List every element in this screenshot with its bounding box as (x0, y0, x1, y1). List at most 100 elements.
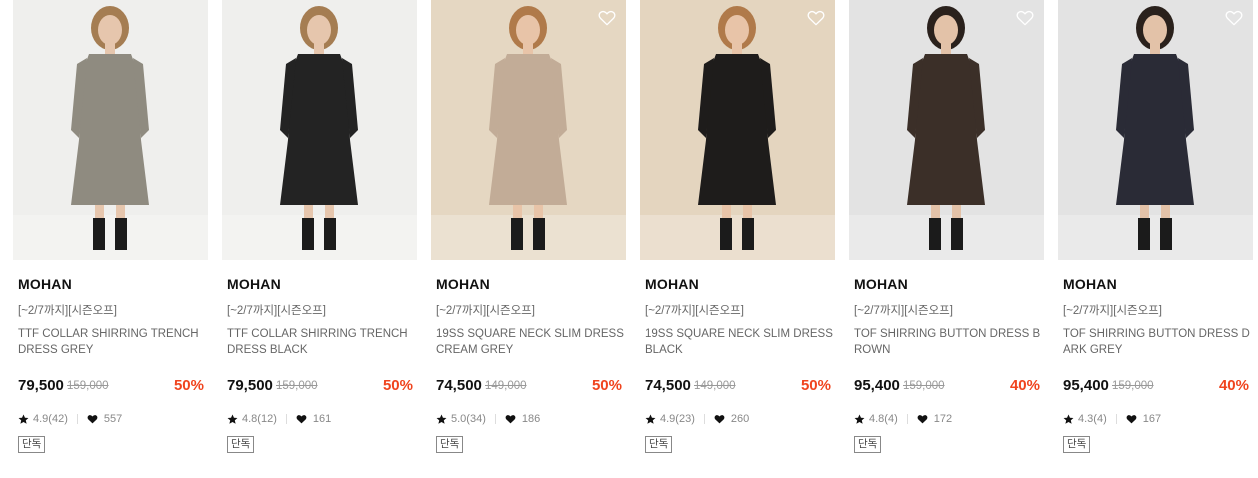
product-photo (849, 0, 1044, 260)
promo-text: [~2/7까지][시즌오프] (18, 305, 117, 317)
product-photo (1058, 0, 1253, 260)
product-photo (13, 0, 208, 260)
heart-icon (917, 415, 928, 424)
discount-rate: 50% (382, 377, 413, 394)
divider (285, 414, 287, 424)
star-icon (854, 414, 865, 424)
divider (76, 414, 78, 424)
original-price: 149,000 (694, 380, 736, 392)
rating-text: 4.8(4) (869, 413, 898, 425)
product-image[interactable] (222, 0, 417, 260)
star-icon (1063, 414, 1074, 424)
product-card[interactable]: MOHAN [~2/7까지][시즌오프] 19SS SQUARE NECK SL… (640, 0, 835, 478)
divider (906, 414, 908, 424)
rating-text: 4.8(12) (242, 413, 277, 425)
sale-price: 79,500 (18, 377, 64, 394)
brand-name[interactable]: MOHAN (854, 276, 908, 292)
like-count: 557 (103, 413, 123, 425)
product-photo (640, 0, 835, 260)
sale-price: 79,500 (227, 377, 273, 394)
sale-price: 95,400 (1063, 377, 1109, 394)
original-price: 149,000 (485, 380, 527, 392)
product-photo (222, 0, 417, 260)
review-meta: 4.9(42) 557 (18, 412, 122, 426)
product-name[interactable]: TOF SHIRRING BUTTON DRESS DARK GREY (1063, 326, 1251, 358)
discount-rate: 50% (800, 377, 831, 394)
discount-rate: 50% (591, 377, 622, 394)
like-count: 260 (730, 413, 750, 425)
product-card[interactable]: MOHAN [~2/7까지][시즌오프] 19SS SQUARE NECK SL… (431, 0, 626, 478)
like-count: 161 (312, 413, 332, 425)
exclusive-badge: 단독 (645, 436, 673, 453)
brand-name[interactable]: MOHAN (227, 276, 281, 292)
exclusive-badge: 단독 (854, 436, 882, 453)
exclusive-badge: 단독 (227, 436, 255, 453)
star-icon (645, 414, 656, 424)
sale-price: 74,500 (645, 377, 691, 394)
product-card[interactable]: MOHAN [~2/7까지][시즌오프] TOF SHIRRING BUTTON… (1058, 0, 1253, 478)
exclusive-badge: 단독 (18, 436, 46, 453)
original-price: 159,000 (67, 380, 109, 392)
divider (494, 414, 496, 424)
heart-outline-icon[interactable] (807, 10, 825, 26)
like-count: 167 (1142, 413, 1162, 425)
promo-text: [~2/7까지][시즌오프] (436, 305, 535, 317)
heart-outline-icon[interactable] (598, 10, 616, 26)
exclusive-badge: 단독 (436, 436, 464, 453)
product-name[interactable]: 19SS SQUARE NECK SLIM DRESS BLACK (645, 326, 833, 358)
product-name[interactable]: TTF COLLAR SHIRRING TRENCH DRESS GREY (18, 326, 206, 358)
heart-icon (714, 415, 725, 424)
heart-icon (505, 415, 516, 424)
product-image[interactable] (849, 0, 1044, 260)
rating-text: 4.3(4) (1078, 413, 1107, 425)
rating-text: 4.9(23) (660, 413, 695, 425)
product-name[interactable]: TOF SHIRRING BUTTON DRESS BROWN (854, 326, 1042, 358)
heart-icon (1126, 415, 1137, 424)
promo-text: [~2/7까지][시즌오프] (1063, 305, 1162, 317)
brand-name[interactable]: MOHAN (436, 276, 490, 292)
promo-text: [~2/7까지][시즌오프] (645, 305, 744, 317)
review-meta: 4.8(12) 161 (227, 412, 331, 426)
sale-price: 95,400 (854, 377, 900, 394)
product-image[interactable] (431, 0, 626, 260)
product-name[interactable]: TTF COLLAR SHIRRING TRENCH DRESS BLACK (227, 326, 415, 358)
original-price: 159,000 (903, 380, 945, 392)
star-icon (18, 414, 29, 424)
review-meta: 5.0(34) 186 (436, 412, 540, 426)
like-count: 186 (521, 413, 541, 425)
rating-text: 4.9(42) (33, 413, 68, 425)
product-card[interactable]: MOHAN [~2/7까지][시즌오프] TTF COLLAR SHIRRING… (13, 0, 208, 478)
promo-text: [~2/7까지][시즌오프] (227, 305, 326, 317)
product-grid: MOHAN [~2/7까지][시즌오프] TTF COLLAR SHIRRING… (13, 0, 1258, 478)
heart-outline-icon[interactable] (1016, 10, 1034, 26)
product-name[interactable]: 19SS SQUARE NECK SLIM DRESS CREAM GREY (436, 326, 624, 358)
product-card[interactable]: MOHAN [~2/7까지][시즌오프] TTF COLLAR SHIRRING… (222, 0, 417, 478)
discount-rate: 50% (173, 377, 204, 394)
original-price: 159,000 (1112, 380, 1154, 392)
discount-rate: 40% (1009, 377, 1040, 394)
rating-text: 5.0(34) (451, 413, 486, 425)
heart-icon (87, 415, 98, 424)
heart-outline-icon[interactable] (1225, 10, 1243, 26)
brand-name[interactable]: MOHAN (1063, 276, 1117, 292)
like-count: 172 (933, 413, 953, 425)
product-photo (431, 0, 626, 260)
product-image[interactable] (1058, 0, 1253, 260)
original-price: 159,000 (276, 380, 318, 392)
star-icon (227, 414, 238, 424)
product-image[interactable] (640, 0, 835, 260)
brand-name[interactable]: MOHAN (645, 276, 699, 292)
product-image[interactable] (13, 0, 208, 260)
brand-name[interactable]: MOHAN (18, 276, 72, 292)
product-card[interactable]: MOHAN [~2/7까지][시즌오프] TOF SHIRRING BUTTON… (849, 0, 1044, 478)
review-meta: 4.8(4) 172 (854, 412, 952, 426)
review-meta: 4.3(4) 167 (1063, 412, 1161, 426)
discount-rate: 40% (1218, 377, 1249, 394)
heart-icon (296, 415, 307, 424)
promo-text: [~2/7까지][시즌오프] (854, 305, 953, 317)
divider (703, 414, 705, 424)
sale-price: 74,500 (436, 377, 482, 394)
star-icon (436, 414, 447, 424)
exclusive-badge: 단독 (1063, 436, 1091, 453)
divider (1115, 414, 1117, 424)
